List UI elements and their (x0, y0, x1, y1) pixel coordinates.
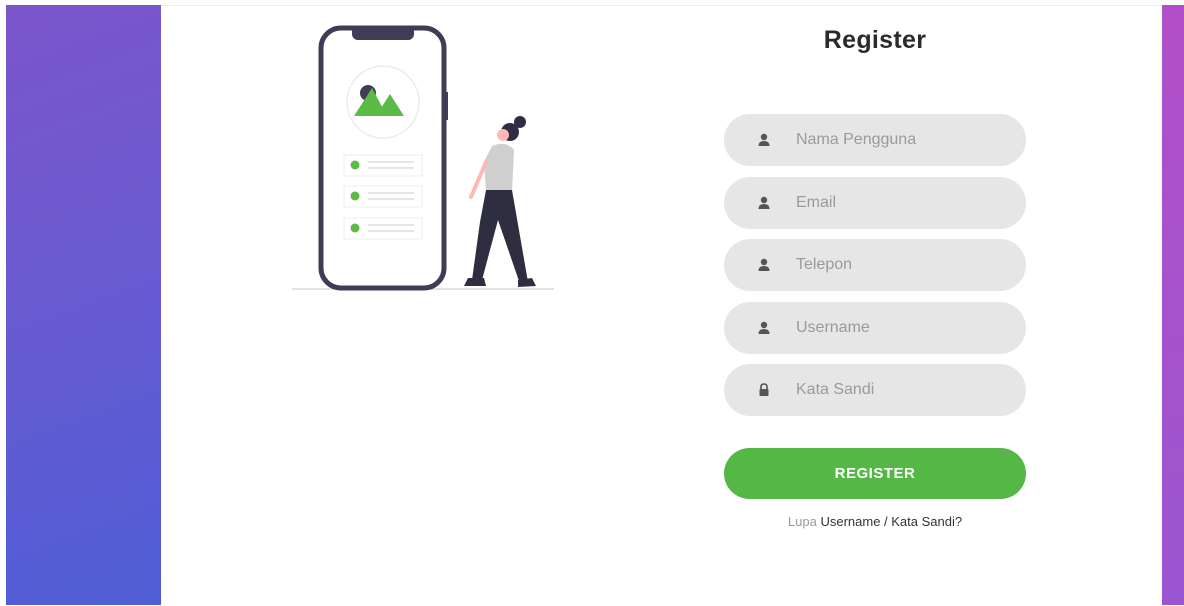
password-input[interactable] (794, 380, 1018, 400)
user-icon (758, 258, 770, 271)
page-title: Register (823, 26, 927, 54)
name-field[interactable] (724, 114, 1026, 166)
forgot-link[interactable]: Username / Kata Sandi? (820, 514, 962, 529)
register-button[interactable]: REGISTER (724, 448, 1026, 499)
username-input[interactable] (794, 318, 1018, 338)
lock-icon (759, 383, 769, 396)
user-icon (758, 133, 770, 146)
phone-input[interactable] (794, 255, 1018, 275)
email-field[interactable] (724, 177, 1026, 229)
user-icon (758, 321, 770, 334)
email-input[interactable] (794, 193, 1018, 213)
forgot-prefix: Lupa (787, 514, 817, 529)
user-icon (758, 196, 770, 209)
phone-illustration (292, 25, 554, 291)
background-gradient-right (1162, 5, 1184, 605)
username-field[interactable] (724, 302, 1026, 354)
background-gradient-left (6, 5, 161, 605)
name-input[interactable] (794, 130, 1018, 150)
password-field[interactable] (724, 364, 1026, 416)
phone-field[interactable] (724, 239, 1026, 291)
forgot-credentials: Lupa Username / Kata Sandi? (724, 514, 1026, 529)
